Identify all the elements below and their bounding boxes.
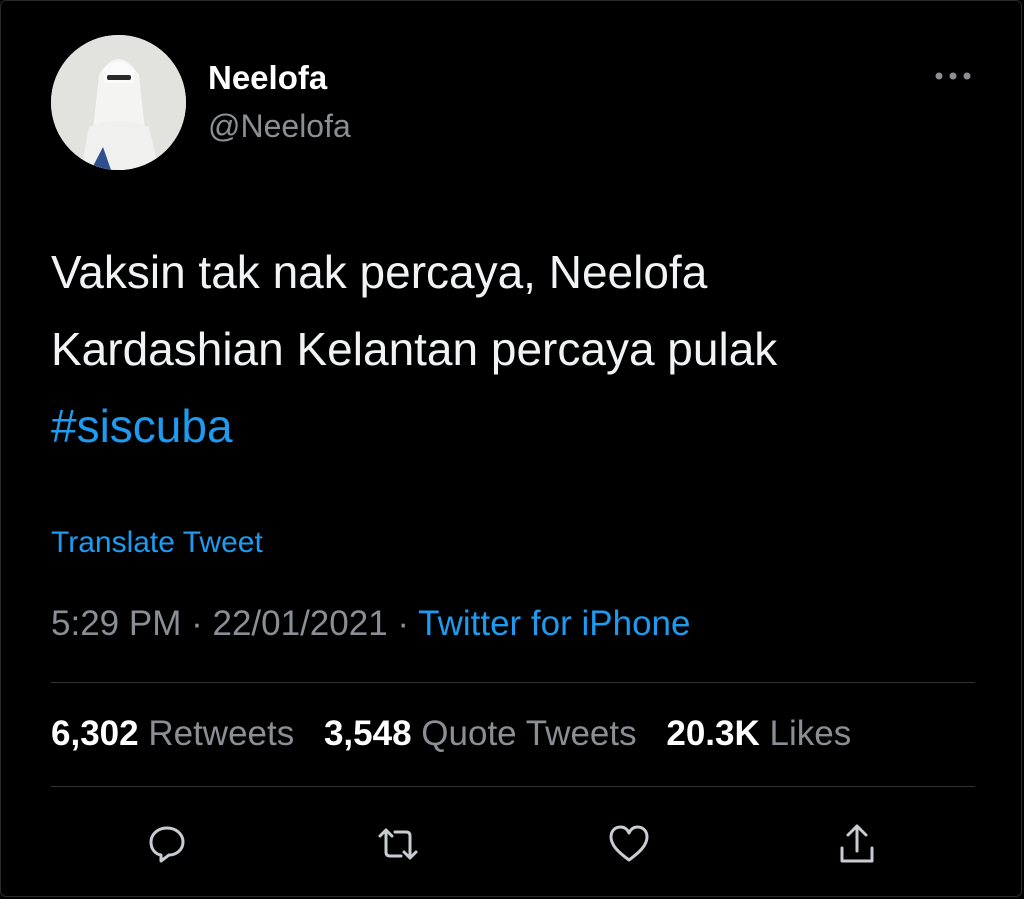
likes-count: 20.3K	[666, 714, 760, 753]
reply-icon	[149, 826, 185, 863]
share-button[interactable]	[832, 819, 882, 869]
reply-button[interactable]	[142, 819, 192, 869]
action-bar	[1, 819, 1024, 869]
author-display-name[interactable]: Neelofa	[208, 59, 327, 97]
meta-separator: ·	[397, 604, 410, 643]
tweet-metadata: 5:29 PM · 22/01/2021 · Twitter for iPhon…	[51, 604, 690, 644]
more-dots-icon	[935, 72, 971, 80]
retweets-label: Retweets	[148, 714, 295, 753]
tweet-date[interactable]: 22/01/2021	[212, 604, 387, 643]
quote-tweets-label: Quote Tweets	[421, 714, 637, 753]
translate-tweet-link[interactable]: Translate Tweet	[51, 526, 263, 560]
hashtag-link[interactable]: #siscuba	[51, 388, 951, 465]
tweet-time[interactable]: 5:29 PM	[51, 604, 181, 643]
tweet-text-line: Vaksin tak nak percaya, Neelofa	[51, 246, 708, 298]
heart-icon	[609, 825, 649, 862]
retweets-count: 6,302	[51, 714, 139, 753]
like-button[interactable]	[604, 819, 654, 869]
more-options-button[interactable]	[928, 61, 978, 91]
divider	[51, 786, 975, 787]
tweet-card: Neelofa @Neelofa Vaksin tak nak percaya,…	[0, 0, 1022, 897]
author-handle[interactable]: @Neelofa	[208, 108, 351, 145]
retweet-icon	[378, 828, 418, 860]
divider	[51, 682, 975, 683]
meta-separator: ·	[191, 604, 203, 643]
share-icon	[840, 824, 874, 863]
retweet-button[interactable]	[373, 819, 423, 869]
tweet-text: Vaksin tak nak percaya, Neelofa Kardashi…	[51, 234, 951, 465]
quote-tweets-count: 3,548	[323, 714, 412, 753]
likes-label: Likes	[769, 714, 852, 753]
avatar[interactable]	[51, 35, 186, 170]
tweet-source-link[interactable]: Twitter for iPhone	[418, 604, 690, 643]
tweet-stats: 6,302 Retweets 3,548 Quote Tweets 20.3K …	[51, 714, 851, 754]
quote-tweets-stat[interactable]: 3,548 Quote Tweets	[324, 714, 637, 753]
tweet-text-line: Kardashian Kelantan percaya pulak	[51, 323, 778, 375]
retweets-stat[interactable]: 6,302 Retweets	[51, 714, 294, 753]
likes-stat[interactable]: 20.3K Likes	[666, 714, 851, 753]
avatar-image	[51, 35, 186, 170]
